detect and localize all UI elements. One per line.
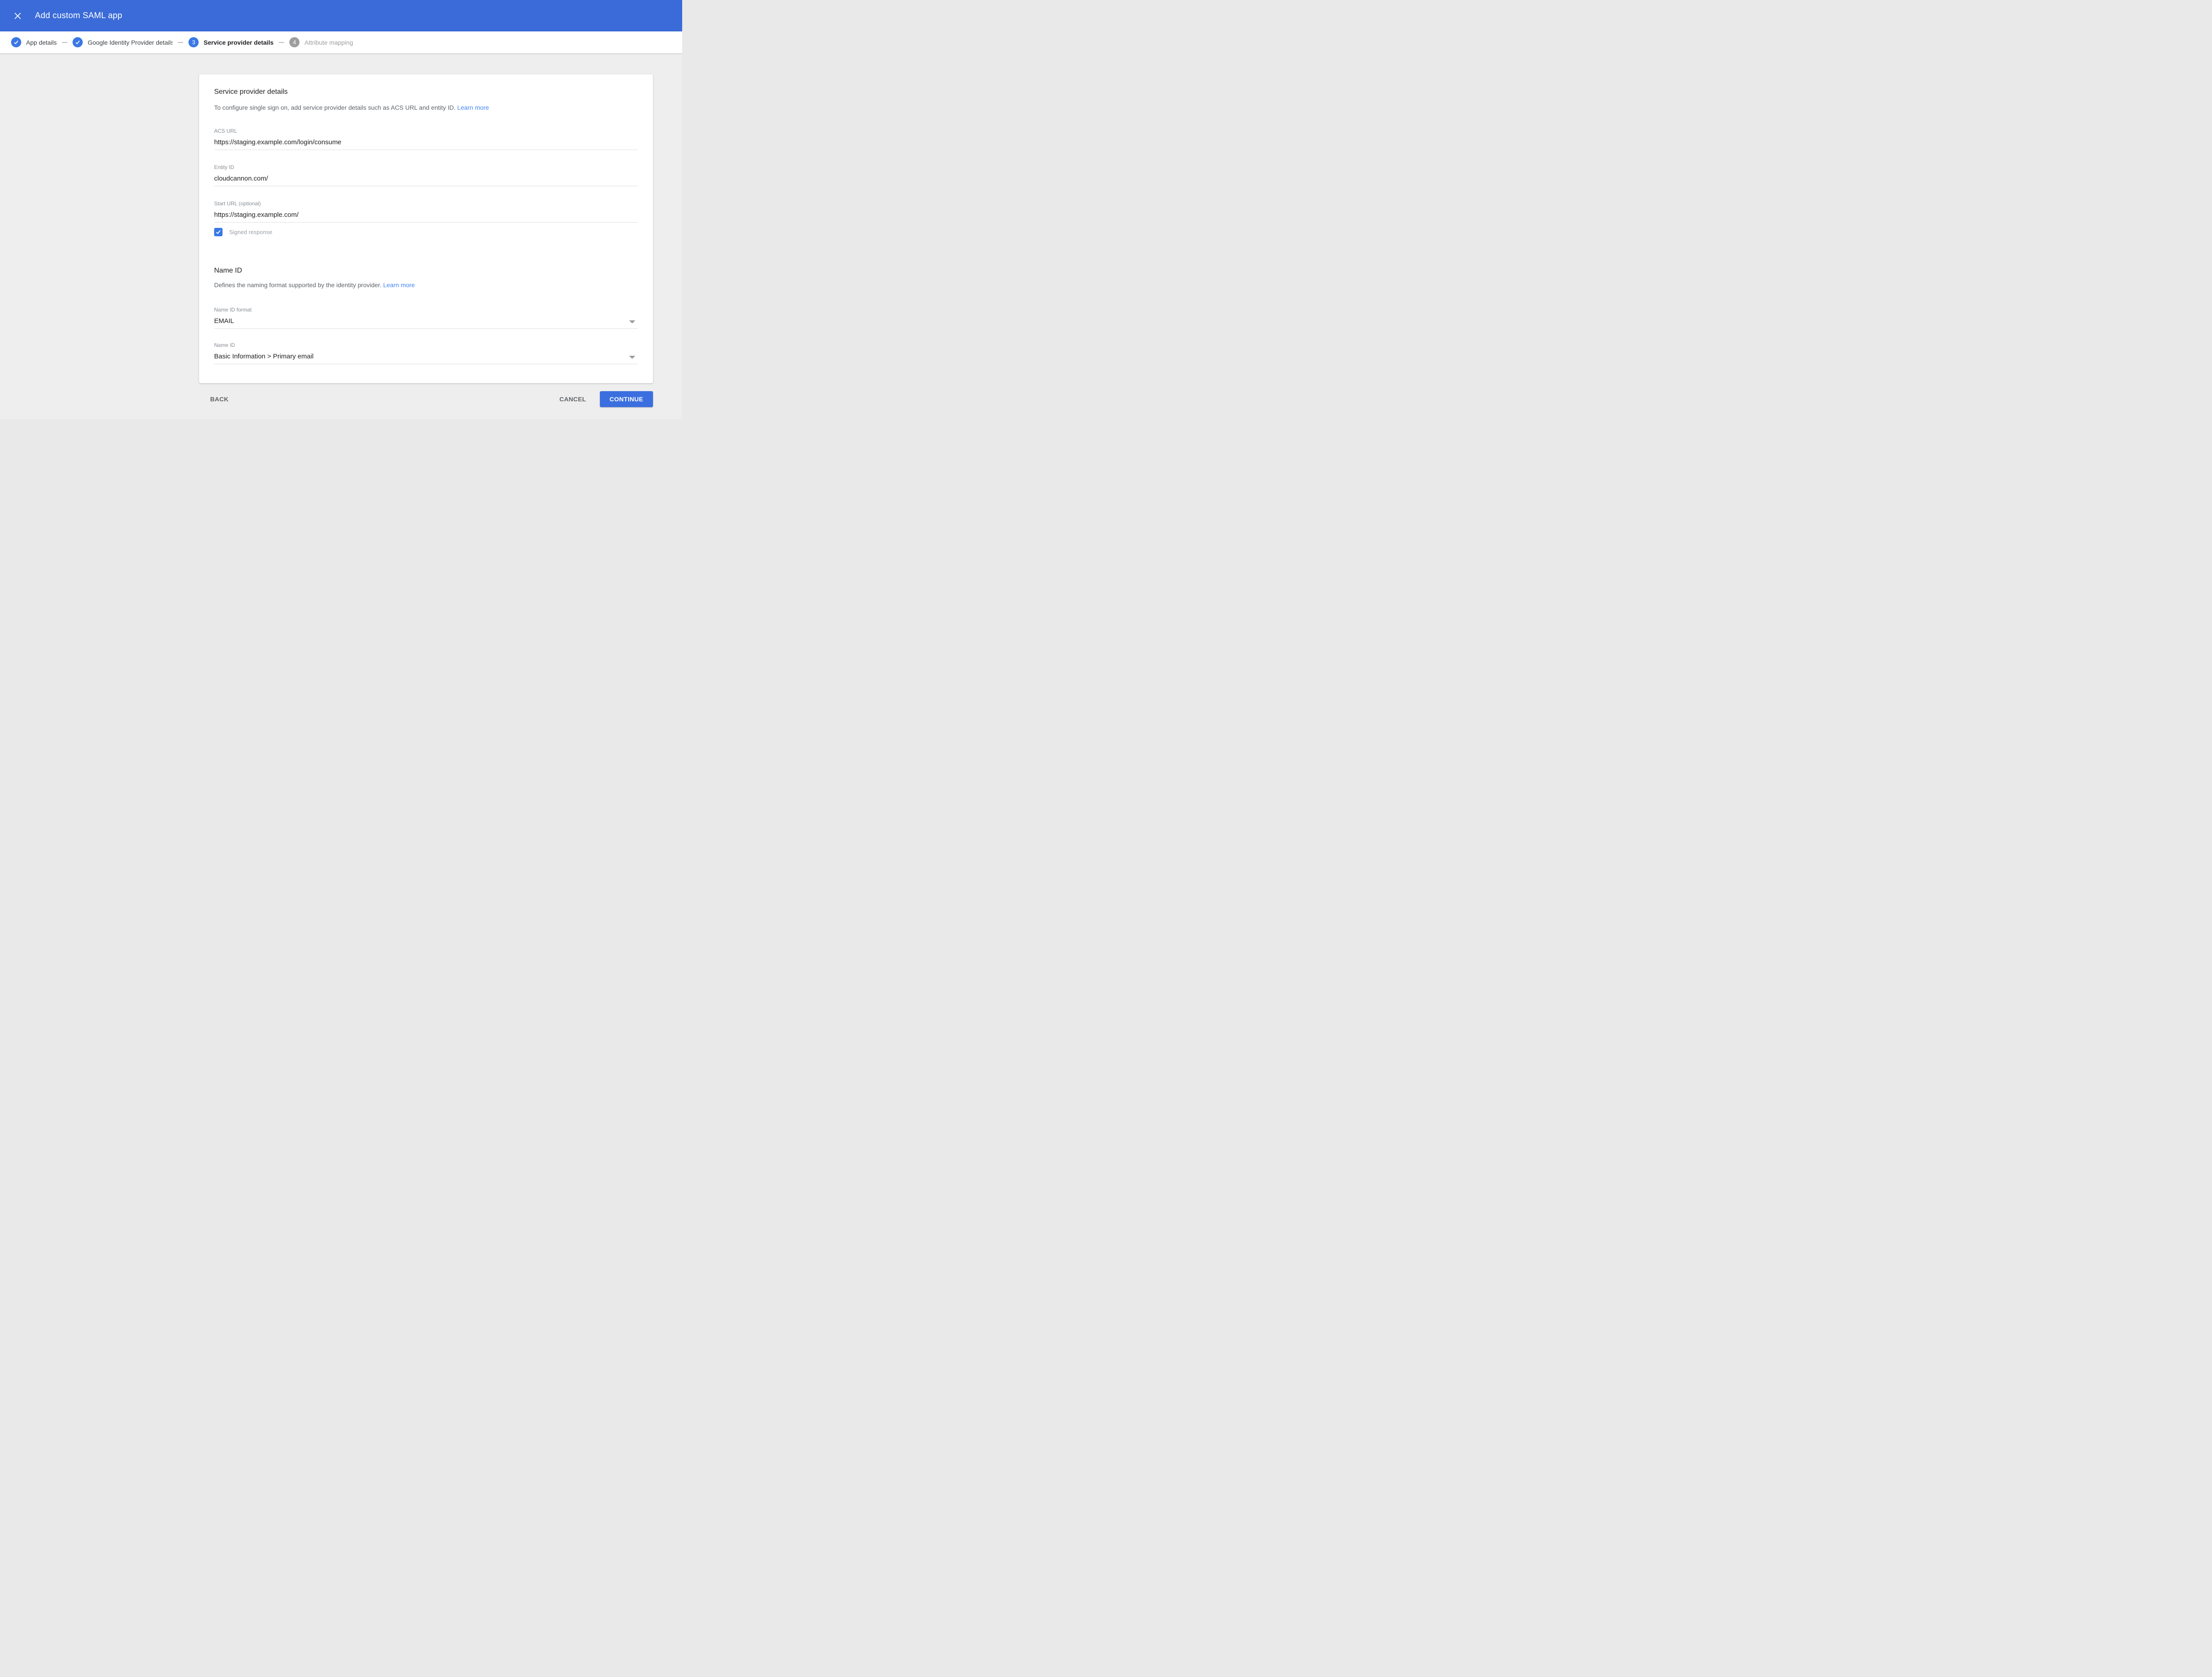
dialog-body: Service provider details To configure si… xyxy=(0,54,682,419)
section-title-service-provider: Service provider details xyxy=(214,88,288,96)
name-id-format-select[interactable]: Name ID format EMAIL xyxy=(214,307,638,329)
checkbox-checked[interactable] xyxy=(214,227,223,236)
learn-more-link[interactable]: Learn more xyxy=(383,281,415,288)
dialog-header: Add custom SAML app xyxy=(0,0,682,31)
step-label: App details xyxy=(26,38,57,46)
entity-id-label: Entity ID xyxy=(214,164,234,170)
section-title-name-id: Name ID xyxy=(214,267,242,274)
section-description: Defines the naming format supported by t… xyxy=(214,281,638,289)
step-app-details[interactable]: App details xyxy=(11,37,57,47)
acs-url-field: ACS URL xyxy=(214,128,638,150)
step-complete-circle xyxy=(11,37,21,47)
step-connector xyxy=(62,42,68,43)
footer-right-actions: CANCEL CONTINUE xyxy=(560,391,653,407)
acs-url-input[interactable] xyxy=(214,138,638,150)
step-number-circle: 4 xyxy=(289,37,300,47)
step-attribute-mapping[interactable]: 4 Attribute mapping xyxy=(289,37,353,47)
cancel-button[interactable]: CANCEL xyxy=(560,396,586,403)
section-description-text: To configure single sign on, add service… xyxy=(214,104,456,111)
name-id-format-label: Name ID format xyxy=(214,307,252,313)
add-custom-saml-app-dialog: Add custom SAML app App details Google I… xyxy=(0,0,682,419)
start-url-label: Start URL (optional) xyxy=(214,200,261,207)
service-provider-card: Service provider details To configure si… xyxy=(199,74,653,383)
dialog-title: Add custom SAML app xyxy=(35,11,123,20)
section-description-text: Defines the naming format supported by t… xyxy=(214,281,382,288)
acs-url-label: ACS URL xyxy=(214,128,238,134)
signed-response-label: Signed response xyxy=(229,228,273,235)
footer-actions: BACK CANCEL CONTINUE xyxy=(199,391,653,407)
section-description: To configure single sign on, add service… xyxy=(214,103,638,112)
close-icon[interactable] xyxy=(12,10,24,22)
continue-button[interactable]: CONTINUE xyxy=(599,391,653,407)
step-connector xyxy=(279,42,284,43)
name-id-label: Name ID xyxy=(214,342,235,348)
entity-id-input[interactable] xyxy=(214,175,638,186)
step-connector xyxy=(178,42,184,43)
entity-id-field: Entity ID xyxy=(214,164,638,186)
name-id-select[interactable]: Name ID Basic Information > Primary emai… xyxy=(214,342,638,364)
step-label: Attribute mapping xyxy=(304,38,353,46)
learn-more-link[interactable]: Learn more xyxy=(457,104,489,111)
step-label: Service provider details xyxy=(204,38,274,46)
step-complete-circle xyxy=(73,37,83,47)
name-id-value[interactable]: Basic Information > Primary email xyxy=(214,353,638,364)
check-icon xyxy=(76,40,80,45)
signed-response-checkbox[interactable]: Signed response xyxy=(214,227,638,236)
name-id-format-value[interactable]: EMAIL xyxy=(214,317,638,329)
checkbox-check-icon xyxy=(216,230,221,234)
back-button[interactable]: BACK xyxy=(210,396,229,403)
check-icon xyxy=(14,40,19,45)
step-label: Google Identity Provider details xyxy=(88,38,173,46)
step-google-idp-details[interactable]: Google Identity Provider details xyxy=(73,37,173,47)
wizard-stepper: App details Google Identity Provider det… xyxy=(0,31,682,54)
step-number-circle: 3 xyxy=(188,37,199,47)
step-service-provider-details[interactable]: 3 Service provider details xyxy=(188,37,273,47)
start-url-input[interactable] xyxy=(214,211,638,223)
dropdown-arrow-icon[interactable] xyxy=(629,320,635,323)
dropdown-arrow-icon[interactable] xyxy=(629,356,635,359)
start-url-field: Start URL (optional) xyxy=(214,200,638,223)
